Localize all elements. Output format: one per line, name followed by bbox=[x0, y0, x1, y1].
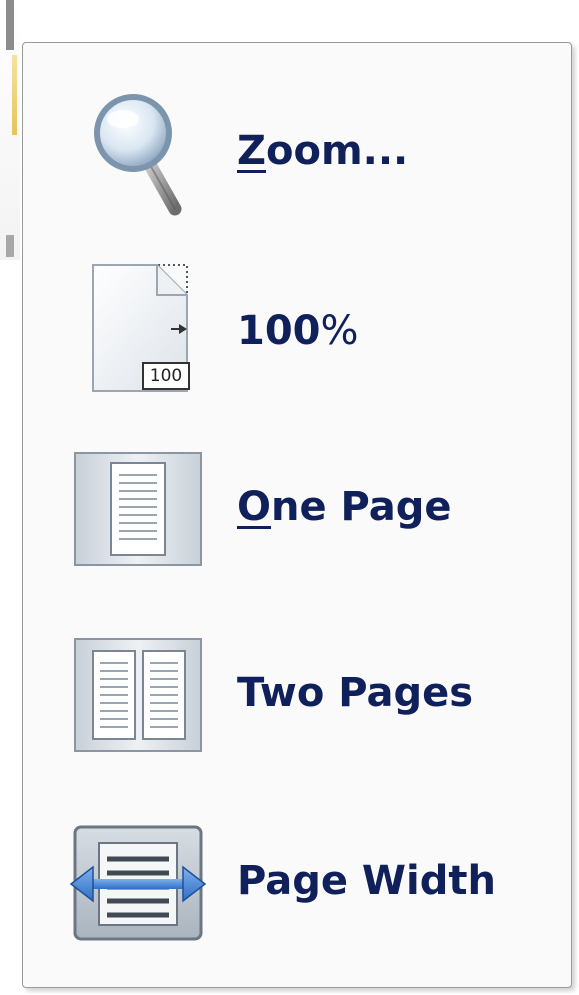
ribbon-edge bbox=[0, 0, 20, 260]
menu-item-page-width[interactable]: Page Width bbox=[45, 821, 565, 991]
screen: Zoom... 100 100% One Page Two Pages Page… bbox=[0, 0, 579, 995]
one-page-icon bbox=[69, 447, 209, 587]
menu-item-two-pages[interactable]: Two Pages bbox=[45, 633, 565, 803]
zoom-dropdown-menu: Zoom... 100 100% One Page Two Pages Page… bbox=[22, 42, 572, 988]
100-percent-label: 100% bbox=[237, 308, 359, 354]
two-pages-icon bbox=[69, 633, 209, 773]
page-width-icon bbox=[69, 821, 209, 961]
menu-item-zoom[interactable]: Zoom... bbox=[45, 81, 565, 251]
two-pages-label: Two Pages bbox=[237, 670, 474, 716]
menu-item-100-percent[interactable]: 100 100% bbox=[45, 261, 565, 431]
zoom-label: Zoom... bbox=[237, 128, 409, 174]
page-width-label: Page Width bbox=[237, 858, 496, 904]
one-page-label: One Page bbox=[237, 484, 452, 530]
menu-item-one-page[interactable]: One Page bbox=[45, 447, 565, 617]
ribbon-divider bbox=[6, 235, 14, 257]
zoom-100-badge: 100 bbox=[149, 366, 183, 386]
page-100-icon: 100 bbox=[69, 261, 209, 401]
magnifier-icon bbox=[69, 81, 209, 221]
ribbon-highlight bbox=[12, 55, 17, 135]
ribbon-divider bbox=[6, 0, 14, 50]
